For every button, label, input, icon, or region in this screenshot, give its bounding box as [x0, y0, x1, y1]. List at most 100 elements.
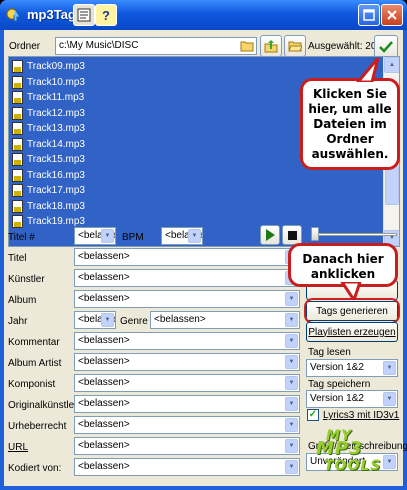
maximize-button[interactable]	[358, 4, 380, 26]
mp3-file-icon	[12, 168, 23, 182]
folder-up-icon	[264, 40, 278, 53]
title-combo[interactable]: <belassen>▼	[74, 248, 300, 266]
track-combo[interactable]: <belassen>▼	[74, 227, 116, 245]
title-combo-value: <belassen>	[78, 251, 130, 262]
folder-up-button[interactable]	[260, 35, 282, 57]
album-artist-combo[interactable]: <belassen> ▼	[74, 353, 300, 371]
checkmark-icon	[379, 41, 393, 53]
composer-combo[interactable]: <belassen> ▼	[74, 374, 300, 392]
maximize-icon	[363, 9, 375, 21]
main-panel: Ordner c:\My Music\DISC Ausgewählt: 20 T…	[4, 30, 407, 486]
save-tag-combo[interactable]: Version 1&2 ▼	[306, 390, 398, 408]
folder-browse-icon[interactable]	[240, 40, 254, 52]
chevron-down-icon: ▼	[285, 355, 298, 369]
playback-slider-thumb[interactable]	[311, 227, 319, 241]
help-icon: ?	[102, 7, 110, 23]
year-combo[interactable]: <belassen>▼	[74, 311, 116, 329]
scroll-thumb[interactable]	[385, 165, 399, 205]
copyright-combo[interactable]: <belassen> ▼	[74, 416, 300, 434]
select-all-callout-text: Klicken Sie hier, um alle Dateien im Ord…	[308, 87, 392, 161]
folder-path-input[interactable]: c:\My Music\DISC	[55, 37, 257, 55]
list-item[interactable]: Track15.mp3	[12, 152, 85, 167]
file-name: Track11.mp3	[27, 92, 85, 103]
mp3-file-icon	[12, 137, 23, 151]
close-icon	[387, 10, 397, 20]
mp3-file-icon	[12, 75, 23, 89]
artist-combo-value: <belassen>	[78, 272, 130, 283]
stop-icon	[287, 230, 297, 240]
list-item[interactable]: Track11.mp3	[12, 90, 84, 105]
file-name: Track18.mp3	[27, 200, 85, 212]
chevron-down-icon: ▼	[285, 313, 298, 327]
file-name: Track15.mp3	[27, 154, 85, 165]
url-combo[interactable]: <belassen> ▼	[74, 437, 300, 455]
comment-combo[interactable]: <belassen> ▼	[74, 332, 300, 350]
album-artist-combo-value: <belassen>	[78, 356, 130, 367]
lyrics-checkbox-label[interactable]: Lyrics3 mit ID3v1	[323, 410, 399, 421]
list-item[interactable]: Track09.mp3	[12, 59, 85, 74]
file-name: Track09.mp3	[27, 61, 85, 72]
genre-combo[interactable]: <belassen> ▼	[150, 311, 300, 329]
url-label[interactable]: URL	[8, 442, 28, 453]
encoded-by-combo[interactable]: <belassen> ▼	[74, 458, 300, 476]
orig-artist-combo-value: <belassen>	[78, 398, 130, 409]
scroll-up-icon[interactable]: ▲	[384, 57, 399, 73]
file-name: Track14.mp3	[27, 138, 85, 150]
mp3-file-icon	[12, 153, 23, 166]
help-button[interactable]: ?	[95, 4, 117, 26]
composer-label: Komponist	[8, 379, 56, 390]
chevron-down-icon: ▼	[285, 397, 298, 411]
artist-combo[interactable]: <belassen>▼	[74, 269, 300, 287]
stop-button[interactable]	[282, 225, 302, 245]
logo-line-2: MP3	[316, 438, 363, 459]
copyright-combo-value: <belassen>	[78, 419, 130, 430]
album-combo[interactable]: <belassen> ▼	[74, 290, 300, 308]
open-folder-icon	[288, 41, 302, 52]
list-item[interactable]: Track12.mp3	[12, 106, 85, 121]
chevron-down-icon: ▼	[285, 439, 298, 453]
mp3-file-icon	[12, 122, 23, 135]
file-name: Track17.mp3	[27, 185, 85, 196]
list-item[interactable]: Track17.mp3	[12, 183, 85, 198]
callout-pointer-1	[356, 58, 380, 82]
mp3-file-icon	[12, 60, 23, 73]
title-bar[interactable]: mp3Tag ?	[0, 0, 407, 30]
config-button[interactable]	[73, 4, 95, 26]
genre-label: Genre	[120, 316, 148, 327]
file-name: Track16.mp3	[27, 169, 85, 181]
open-folder-button[interactable]	[284, 35, 306, 57]
playback-slider[interactable]	[311, 233, 397, 236]
file-name: Track12.mp3	[27, 107, 85, 119]
list-item[interactable]: Track13.mp3	[12, 121, 85, 136]
chevron-down-icon: ▼	[101, 313, 114, 327]
play-button[interactable]	[260, 225, 280, 245]
chevron-down-icon: ▼	[285, 460, 298, 474]
play-icon	[266, 229, 275, 241]
bpm-label: BPM	[122, 232, 144, 243]
file-name: Track19.mp3	[27, 216, 85, 227]
bpm-combo[interactable]: <belassen>▼	[161, 227, 203, 245]
comment-combo-value: <belassen>	[78, 335, 130, 346]
lyrics-checkbox[interactable]: ✓	[307, 409, 319, 421]
create-playlists-button[interactable]: Playlisten erzeugen	[306, 322, 398, 342]
album-artist-label: Album Artist	[8, 358, 62, 369]
mp3-file-icon	[12, 184, 23, 197]
chevron-down-icon: ▼	[383, 455, 396, 469]
close-button[interactable]	[381, 4, 403, 26]
genre-combo-value: <belassen>	[154, 314, 206, 325]
list-item[interactable]: Track16.mp3	[12, 168, 85, 183]
read-tag-label: Tag lesen	[308, 347, 351, 358]
album-combo-value: <belassen>	[78, 293, 130, 304]
orig-artist-combo[interactable]: <belassen> ▼	[74, 395, 300, 413]
list-item[interactable]: Track14.mp3	[12, 137, 85, 152]
select-all-callout: Klicken Sie hier, um alle Dateien im Ord…	[300, 78, 400, 170]
read-tag-combo[interactable]: Version 1&2 ▼	[306, 359, 398, 377]
file-name: Track13.mp3	[27, 123, 85, 134]
app-icon	[6, 8, 21, 22]
chevron-down-icon: ▼	[285, 376, 298, 390]
list-item[interactable]: Track18.mp3	[12, 199, 85, 214]
list-item[interactable]: Track10.mp3	[12, 75, 85, 90]
chevron-down-icon: ▼	[101, 229, 114, 243]
then-click-callout-text: Danach hier anklicken	[302, 252, 384, 281]
encoded-by-combo-value: <belassen>	[78, 461, 130, 472]
